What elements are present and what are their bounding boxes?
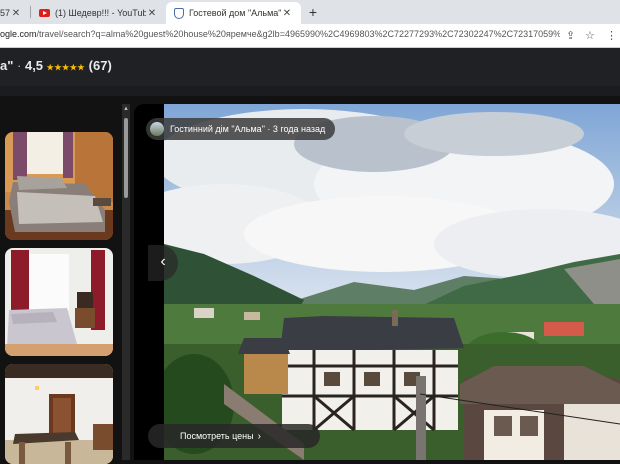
photo-thumbnail-bedroom-wood[interactable]	[5, 132, 113, 240]
tab-close-icon[interactable]: ✕	[146, 8, 158, 19]
menu-icon[interactable]: ⋮	[606, 29, 617, 42]
url-path: /travel/search?q=alma%20guest%20house%20…	[36, 29, 560, 39]
address-bar: ogle.com/travel/search?q=alma%20guest%20…	[0, 24, 620, 48]
rating-separator: ·	[13, 58, 25, 73]
scrollbar-thumb[interactable]	[124, 118, 128, 198]
author-avatar	[150, 122, 164, 136]
tab-active-travel[interactable]: Гостевой дом "Альма" – Goog ✕	[166, 2, 301, 24]
tab-label: Гостевой дом "Альма" – Goog	[189, 8, 281, 18]
bookmark-star-icon[interactable]: ☆	[585, 29, 595, 42]
scroll-up-arrow-icon[interactable]: ▲	[122, 106, 130, 112]
hotel-name: а"	[0, 58, 14, 73]
new-tab-button[interactable]: +	[303, 2, 323, 24]
hotel-header: а" · 4,5 ★★★★★ (67)	[0, 48, 620, 86]
photo-thumbnail-bedroom-curtains[interactable]	[5, 248, 113, 356]
tab-label: (1) Шедевр!!! - YouTube	[55, 8, 146, 18]
main-photo-viewer	[134, 104, 620, 460]
review-count[interactable]: (67)	[89, 58, 112, 73]
view-prices-label: Посмотреть цены	[180, 431, 254, 441]
youtube-icon	[39, 9, 50, 17]
tab-close-icon[interactable]: ✕	[281, 8, 293, 19]
main-photo-mountain-village	[164, 104, 620, 460]
rating-stars-icon: ★★★★★	[46, 63, 86, 72]
browser-tab-strip: 572 ✕ (1) Шедевр!!! - YouTube ✕ Гостевой…	[0, 0, 620, 24]
photo-author-label: Гостинний дім "Альма" · 3 года назад	[170, 124, 326, 134]
tab-label: 572	[0, 8, 10, 18]
tab-previous[interactable]: 572 ✕	[0, 2, 30, 24]
header-divider	[0, 86, 620, 96]
photo-thumbnail-dining-room[interactable]	[5, 364, 113, 464]
url-field[interactable]: ogle.com/travel/search?q=alma%20guest%20…	[0, 29, 560, 39]
tab-close-icon[interactable]: ✕	[10, 8, 22, 19]
tab-youtube[interactable]: (1) Шедевр!!! - YouTube ✕	[31, 2, 166, 24]
url-host: ogle.com	[0, 29, 37, 39]
hotel-title: а" · 4,5 ★★★★★ (67)	[0, 58, 112, 73]
chevron-right-icon: ›	[257, 430, 261, 442]
rating-value: 4,5	[24, 58, 44, 73]
share-icon[interactable]: ⇪	[566, 29, 575, 42]
photo-author-chip[interactable]: Гостинний дім "Альма" · 3 года назад	[146, 118, 336, 140]
view-prices-button[interactable]: Посмотреть цены ›	[148, 424, 320, 448]
travel-favicon-icon	[174, 7, 184, 19]
